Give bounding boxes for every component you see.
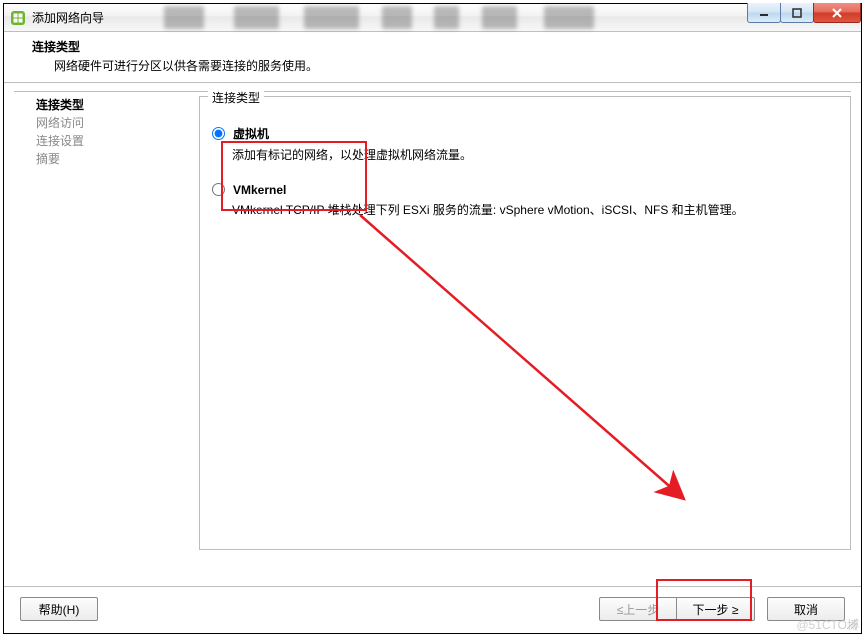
minimize-button[interactable] bbox=[747, 3, 781, 23]
option-vmkernel-title: VMkernel bbox=[233, 183, 286, 197]
back-button[interactable]: ≤上一步 bbox=[599, 597, 677, 621]
step-connection-type[interactable]: 连接类型 bbox=[36, 96, 199, 114]
option-virtual-machine[interactable]: 虚拟机 添加有标记的网络，以处理虚拟机网络流量。 bbox=[212, 125, 830, 163]
connection-type-group: 连接类型 虚拟机 添加有标记的网络，以处理虚拟机网络流量。 VMkernel bbox=[199, 96, 851, 550]
wizard-steps: 连接类型 网络访问 连接设置 摘要 bbox=[14, 91, 199, 586]
radio-virtual-machine[interactable] bbox=[212, 127, 225, 140]
header-subtitle: 网络硬件可进行分区以供各需要连接的服务使用。 bbox=[54, 57, 843, 74]
step-connection-settings: 连接设置 bbox=[36, 132, 199, 150]
close-button[interactable] bbox=[813, 3, 861, 23]
option-vmkernel[interactable]: VMkernel VMkernel TCP/IP 堆栈处理下列 ESXi 服务的… bbox=[212, 181, 830, 218]
wizard-body: 连接类型 网络访问 连接设置 摘要 连接类型 虚拟机 添加有标记的网络，以处理虚… bbox=[4, 83, 861, 586]
group-legend: 连接类型 bbox=[208, 89, 264, 106]
radio-vmkernel[interactable] bbox=[212, 183, 225, 196]
titlebar[interactable]: 添加网络向导 bbox=[4, 4, 861, 32]
option-vm-desc: 添加有标记的网络，以处理虚拟机网络流量。 bbox=[232, 146, 830, 163]
wizard-header: 连接类型 网络硬件可进行分区以供各需要连接的服务使用。 bbox=[4, 32, 861, 83]
window-title: 添加网络向导 bbox=[32, 9, 104, 26]
wizard-content: 连接类型 虚拟机 添加有标记的网络，以处理虚拟机网络流量。 VMkernel bbox=[199, 91, 851, 586]
cancel-button[interactable]: 取消 bbox=[767, 597, 845, 621]
button-bar: 帮助(H) ≤上一步 下一步 ≥ 取消 bbox=[4, 586, 861, 633]
step-network-access: 网络访问 bbox=[36, 114, 199, 132]
header-title: 连接类型 bbox=[32, 38, 843, 55]
dialog-window: 添加网络向导 连接类型 网络硬件可进行分区以供各需要连接的服务使用。 bbox=[3, 3, 862, 634]
option-vmkernel-desc: VMkernel TCP/IP 堆栈处理下列 ESXi 服务的流量: vSphe… bbox=[232, 201, 830, 218]
app-icon bbox=[10, 10, 26, 26]
maximize-button[interactable] bbox=[780, 3, 814, 23]
help-button[interactable]: 帮助(H) bbox=[20, 597, 98, 621]
step-summary: 摘要 bbox=[36, 150, 199, 168]
next-button[interactable]: 下一步 ≥ bbox=[677, 597, 755, 621]
option-vm-title: 虚拟机 bbox=[233, 125, 269, 142]
